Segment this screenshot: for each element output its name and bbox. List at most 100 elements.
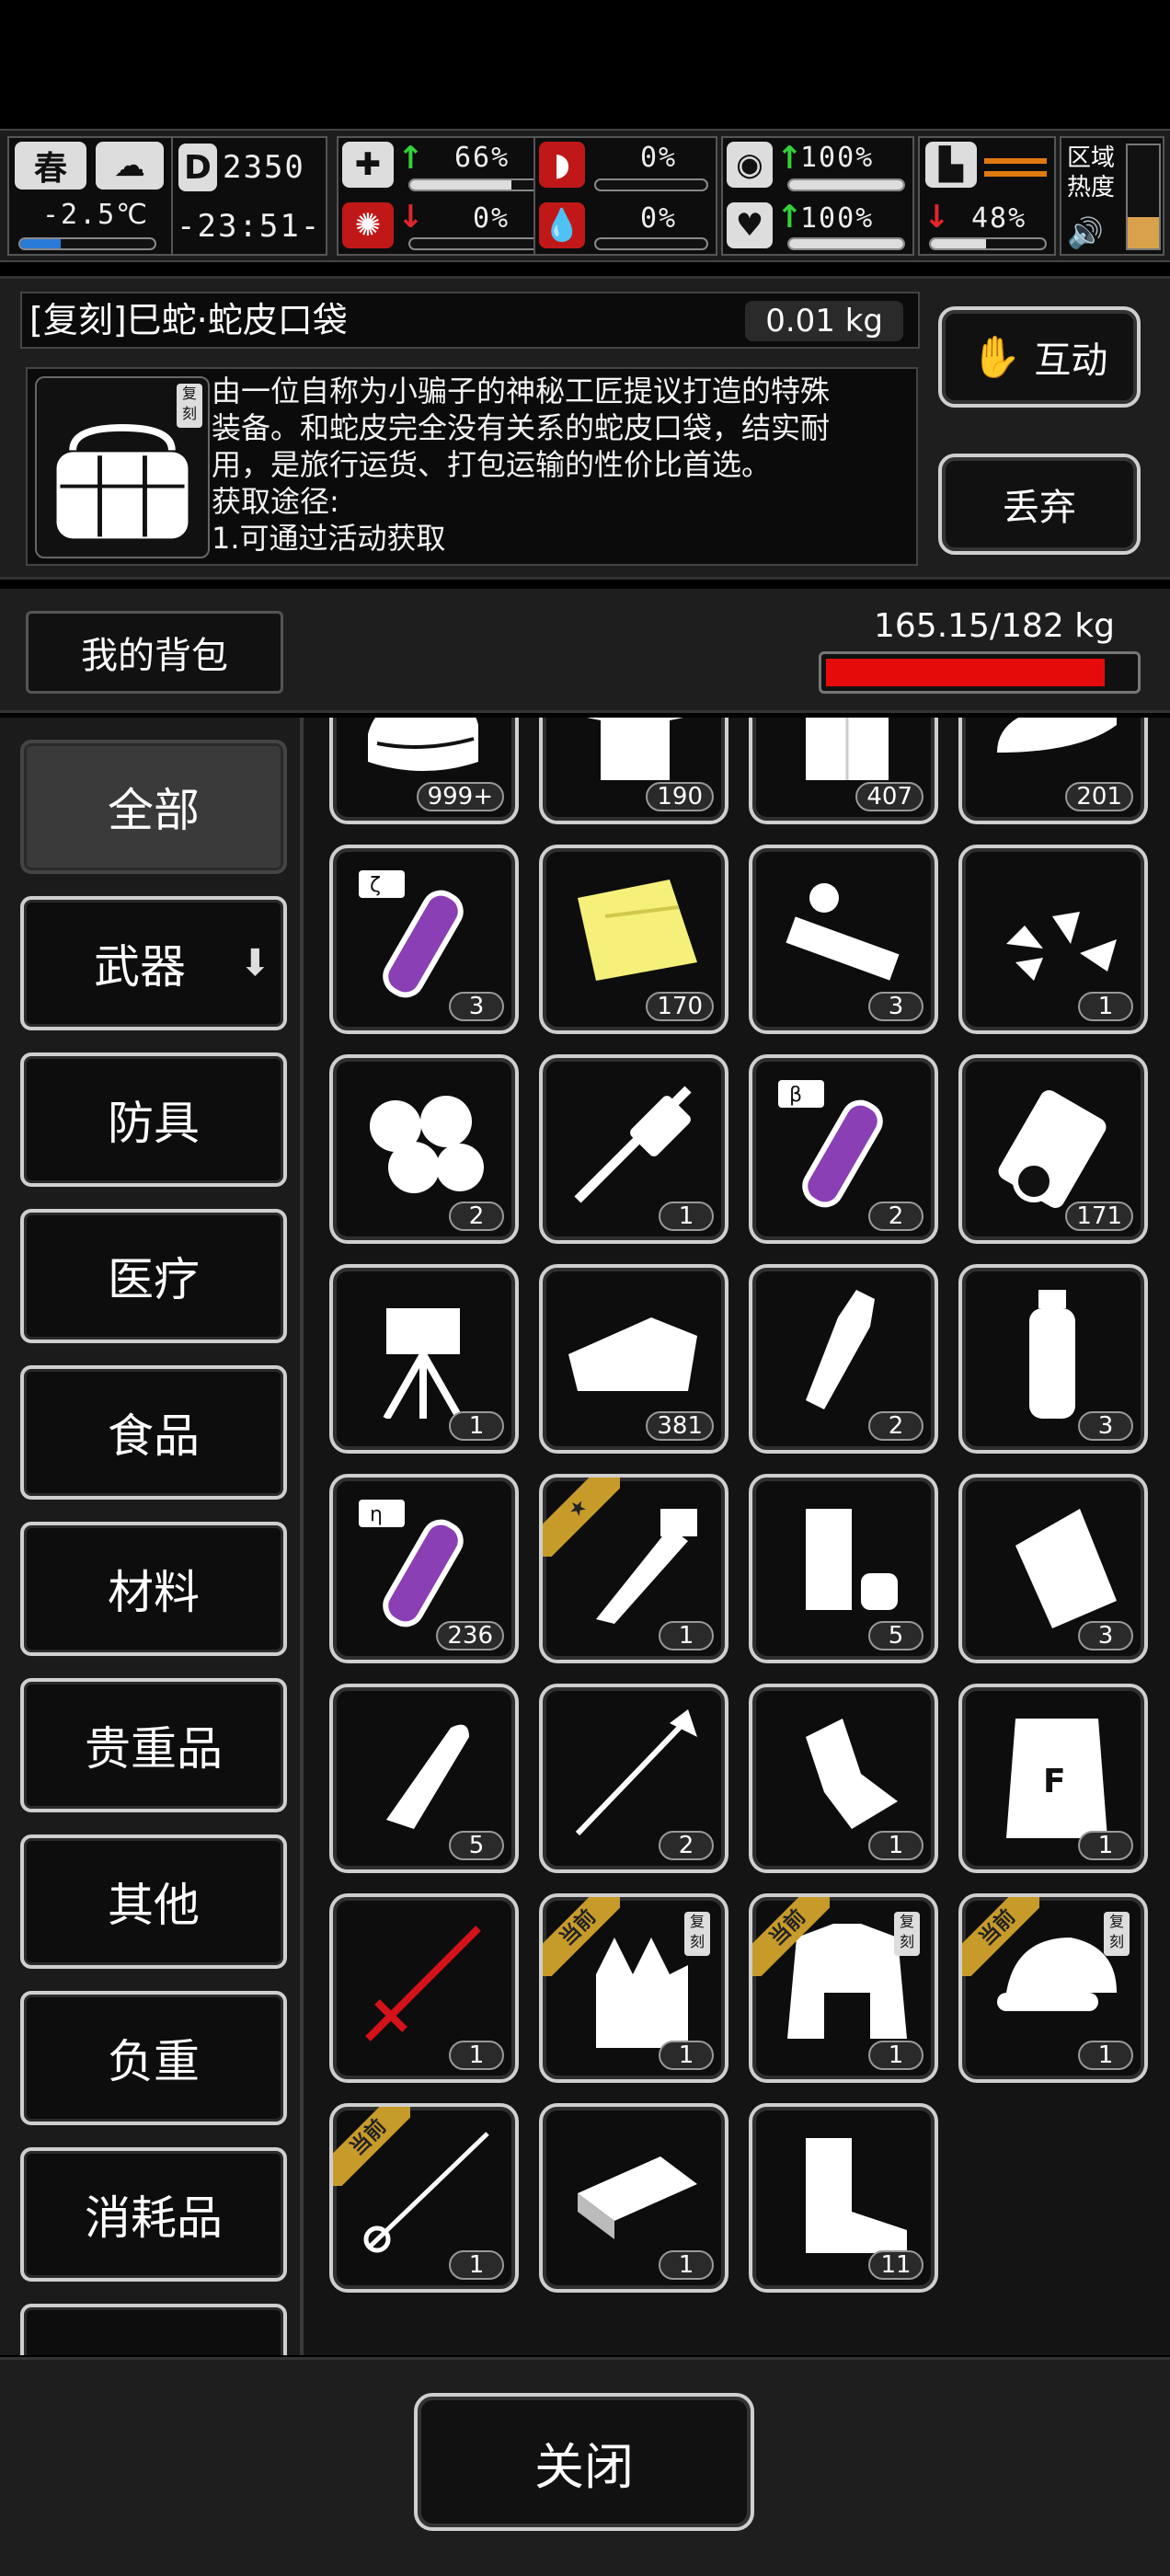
category-tab[interactable]: 全部 (20, 740, 287, 874)
category-label: 医疗 (108, 1253, 200, 1306)
description-line: 装备。和蛇皮完全没有关系的蛇皮口袋，结实耐 (212, 410, 831, 445)
inventory-slot[interactable]: 5 (749, 1474, 938, 1663)
interact-button[interactable]: ✋ 互动 (938, 306, 1141, 408)
category-tab[interactable]: 贵重品 (20, 1678, 287, 1812)
leg-indicator (984, 158, 1047, 164)
inventory-slot[interactable]: 2 (329, 1054, 519, 1244)
inventory-slot[interactable]: 5 (329, 1684, 519, 1873)
category-tab[interactable]: 材料 (20, 1522, 287, 1656)
cup-icon (806, 1509, 898, 1610)
tool-icon (574, 1086, 692, 1203)
zone-label: 区域 (1067, 144, 1116, 172)
inventory-slot[interactable]: 190 (539, 718, 728, 824)
inventory-slot[interactable]: 3 (749, 845, 938, 1034)
svg-text:β: β (789, 1084, 802, 1107)
category-tab[interactable]: 防具 (20, 1052, 287, 1187)
inventory-slot[interactable]: 1 (329, 1893, 519, 2083)
replica-tag: 复刻 (894, 1912, 920, 1956)
inventory-slot[interactable]: 201 (958, 718, 1148, 824)
item-grid: 999+ 190 407 201 ζ 3 170 3 1 2 1 β 2 171 1 381 2 3 η 236 ★ 1 5… (313, 718, 1170, 2355)
health-value: 66% (454, 142, 510, 174)
category-tab[interactable]: 消耗品 (20, 2147, 287, 2282)
inventory-slot[interactable]: 1 (539, 2103, 728, 2293)
item-quantity: 236 (436, 1621, 504, 1650)
discard-button[interactable]: 丢弃 (938, 454, 1141, 555)
water-value: 0% (640, 202, 678, 235)
backpack-header: 我的背包 165.15/182 kg (0, 589, 1170, 713)
inventory-slot[interactable]: 999+ (329, 718, 519, 824)
temperature-bar (18, 237, 156, 250)
category-tab[interactable]: 食品 (20, 1365, 287, 1500)
time-panel: D 2350 -23:51- (171, 136, 327, 256)
item-quantity: 1 (868, 1831, 923, 1860)
inventory-slot[interactable]: 3 (958, 1474, 1148, 1663)
inventory-slot[interactable]: β2 (749, 1054, 938, 1244)
item-quantity: 171 (1065, 1202, 1133, 1231)
item-quantity: 3 (1078, 1411, 1133, 1441)
arrow-down-icon: ↓ (397, 199, 424, 236)
inventory-slot[interactable]: 11 (749, 2103, 938, 2293)
day-counter: 2350 (223, 149, 305, 186)
inventory-slot[interactable]: 1 (539, 1054, 728, 1244)
stamina-panel: ◉ ↑ 100% ♥ ↑ 100% (721, 136, 914, 256)
water-bottle-icon (1029, 1290, 1075, 1419)
rubble-icon (1006, 912, 1117, 981)
season-badge: 春 (15, 142, 86, 190)
cloud-icon: ☁ (96, 142, 164, 190)
category-tab[interactable]: 武器 ⬇ (20, 896, 287, 1030)
category-tab[interactable]: 其他 (20, 1834, 287, 1969)
close-button[interactable]: 关闭 (414, 2393, 754, 2531)
inventory-slot[interactable]: ★ 1 (539, 1474, 728, 1663)
equipped-ribbon: 当前 (962, 1897, 1039, 1976)
inventory-slot[interactable]: F1 (958, 1684, 1148, 1873)
item-quantity: 5 (449, 1831, 504, 1860)
item-weight: 0.01 kg (745, 301, 903, 341)
backpack-weight: 165.15/182 kg (874, 607, 1115, 645)
inventory-slot[interactable]: 2 (749, 1264, 938, 1454)
item-quantity: 1 (868, 2041, 923, 2070)
category-tab[interactable]: 负重 (20, 1991, 287, 2125)
inventory-slot[interactable]: 1 (329, 1264, 519, 1454)
replica-tag: 复刻 (684, 1912, 710, 1956)
inventory-slot[interactable]: 当前 复刻 1 (539, 1893, 728, 2083)
inventory-slot[interactable]: 170 (539, 845, 728, 1034)
category-label: 材料 (108, 1566, 200, 1619)
mood-bar (787, 237, 905, 250)
equipped-ribbon: 当前 (333, 2107, 410, 2186)
arrow-up-icon: ↑ (776, 140, 803, 177)
inventory-slot[interactable]: 1 (749, 1684, 938, 1873)
turret-icon (383, 1308, 464, 1419)
star-ribbon: ★ (543, 1478, 620, 1557)
status-hud: 春 ☁ -2.5℃ D 2350 -23:51- ✚ ↑ 66% ✺ ↓ 0% … (0, 129, 1170, 262)
yellow-cloth-icon (578, 880, 697, 981)
hunger-bar (594, 178, 708, 191)
clock: -23:51- (177, 208, 322, 245)
inventory-slot[interactable]: 当前 复刻 1 (749, 1893, 938, 2083)
helmet-icon: ◉ (727, 142, 773, 188)
leg-indicator (984, 171, 1047, 177)
item-quantity: 1 (1078, 992, 1133, 1021)
category-tab[interactable]: 医疗 (20, 1209, 287, 1343)
inventory-slot[interactable]: 当前 1 (329, 2103, 519, 2293)
inventory-slot[interactable]: 381 (539, 1264, 728, 1454)
inventory-slot[interactable]: 当前 复刻 1 (958, 1893, 1148, 2083)
eta-tube-icon: η (359, 1500, 464, 1627)
organ-value: 0% (473, 202, 510, 235)
inventory-slot[interactable]: 1 (958, 845, 1148, 1034)
inventory-slot[interactable]: 3 (958, 1264, 1148, 1454)
item-quantity: 1 (659, 2250, 714, 2280)
speaker-icon[interactable]: 🔊 (1067, 215, 1104, 250)
heat-meter (1126, 144, 1161, 250)
inventory-slot[interactable]: ζ3 (329, 845, 519, 1034)
zone-panel: 区域 热度 🔊 (1060, 136, 1164, 256)
inventory-slot[interactable]: 171 (958, 1054, 1148, 1244)
inventory-slot[interactable]: 2 (539, 1684, 728, 1873)
inventory-slot[interactable]: η 236 (329, 1474, 519, 1663)
category-tab[interactable] (20, 2304, 287, 2355)
item-quantity: 2 (868, 1202, 923, 1231)
category-label: 贵重品 (85, 1722, 223, 1776)
item-quantity: 3 (1078, 1621, 1133, 1650)
backpack-weight-bar (819, 651, 1141, 694)
star-icon: ★ (543, 1478, 620, 1557)
inventory-slot[interactable]: 407 (749, 718, 938, 824)
